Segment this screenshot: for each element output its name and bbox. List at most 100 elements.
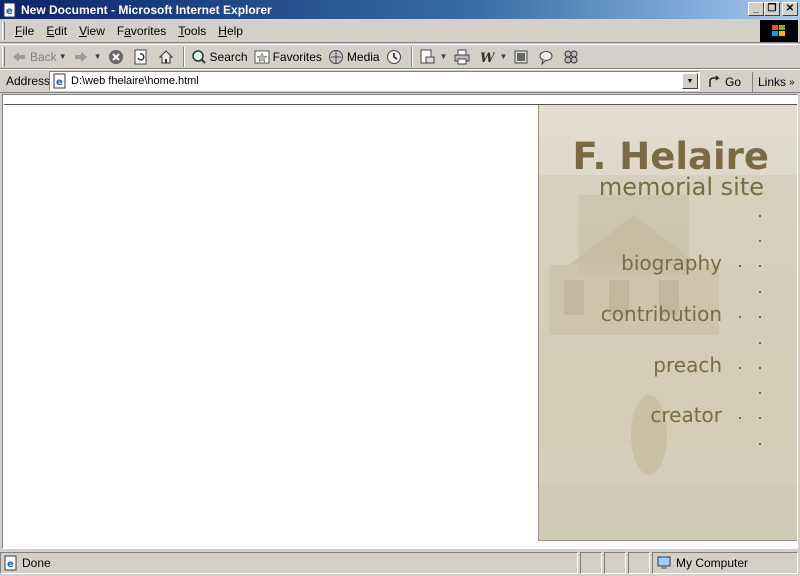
links-toolbar[interactable]: Links » [752,72,795,92]
forward-button[interactable]: ▼ [70,46,105,68]
svg-text:W: W [480,51,495,65]
go-label: Go [725,75,742,89]
nav-link-biography[interactable]: biography [621,251,722,275]
ie-page-icon: e [3,2,16,17]
menu-bar: File Edit View Favorites Tools Help [0,19,800,43]
windows-logo-icon [760,20,798,42]
chevron-right-icon[interactable]: » [789,77,795,88]
messenger-button[interactable] [535,46,560,68]
address-bar: Address e D:\web fhelaire\home.html ▼ Go… [0,69,800,93]
discuss-icon [514,50,528,63]
toolbar-separator [410,46,413,67]
memorial-panel: F. Helaire memorial site biography contr… [538,105,797,541]
menu-file[interactable]: File [9,24,40,38]
mail-button[interactable]: ▼ [416,46,451,68]
decor-dot [759,367,761,369]
decor-dot [759,417,761,419]
status-cell [604,552,626,574]
home-button[interactable] [155,46,180,68]
word-icon: W [480,51,495,65]
svg-text:e: e [7,559,14,570]
computer-icon [657,556,671,569]
home-icon [158,49,173,63]
decor-dot [739,367,741,369]
address-label: Address [6,74,51,88]
media-icon [328,49,343,64]
toolbar-separator [182,46,185,67]
standard-toolbar: Back ▼ ▼ Search Favorites Media ▼ W ▼ [0,44,800,69]
discuss-button[interactable] [510,46,535,68]
search-icon [191,49,206,64]
restore-button[interactable]: ❐ [764,2,780,16]
search-label: Search [209,49,248,64]
back-dropdown-icon[interactable]: ▼ [59,52,67,61]
status-cell [580,552,602,574]
menu-edit[interactable]: Edit [40,24,73,38]
edit-dropdown-icon[interactable]: ▼ [500,52,508,61]
decor-dot [759,215,761,217]
print-button[interactable] [451,46,476,68]
history-button[interactable] [383,46,408,68]
window-title: New Document - Microsoft Internet Explor… [21,2,272,17]
close-button[interactable]: ✕ [782,2,798,16]
decor-dot [759,265,761,267]
research-icon [564,50,578,63]
mail-icon [420,49,435,63]
edit-word-button[interactable]: W ▼ [476,46,511,68]
status-cell [628,552,650,574]
media-button[interactable]: Media [325,46,383,68]
menu-help[interactable]: Help [212,24,249,38]
page-done-icon: e [4,555,17,571]
search-button[interactable]: Search [188,46,251,68]
address-field[interactable]: e D:\web fhelaire\home.html ▼ [49,71,700,91]
media-label: Media [346,49,380,64]
refresh-button[interactable] [130,46,155,68]
status-text-panel: e Done [0,552,578,574]
nav-link-creator[interactable]: creator [650,403,722,427]
messenger-icon [539,50,553,65]
svg-text:e: e [6,6,13,17]
links-label: Links [758,75,787,89]
go-button[interactable]: Go [708,72,741,92]
forward-arrow-icon [74,51,87,62]
address-dropdown-icon[interactable]: ▼ [682,73,698,89]
decor-dot [759,392,761,394]
menu-favorites[interactable]: Favorites [111,24,172,38]
favorites-icon [254,50,270,63]
decor-dot [739,417,741,419]
security-zone-panel[interactable]: My Computer [652,552,798,574]
refresh-icon [134,49,147,64]
decor-dot [739,316,741,318]
address-url[interactable]: D:\web fhelaire\home.html [71,75,682,87]
svg-text:e: e [56,77,63,88]
site-title: F. Helaire [572,135,769,178]
page-viewport: F. Helaire memorial site biography contr… [2,94,798,549]
status-text: Done [22,556,51,570]
nav-link-contribution[interactable]: contribution [601,302,722,326]
zone-label: My Computer [676,556,749,570]
print-icon [454,49,470,64]
menu-grip [2,21,5,40]
research-button[interactable] [560,46,585,68]
page-icon: e [53,73,66,89]
menu-tools[interactable]: Tools [172,24,212,38]
mail-dropdown-icon[interactable]: ▼ [440,52,448,61]
decor-dot [759,443,761,445]
stop-button[interactable] [105,46,130,68]
decor-dot [759,240,761,242]
menu-view[interactable]: View [73,24,111,38]
stop-icon [108,49,123,64]
status-bar: e Done My Computer [0,552,800,576]
decor-dot [759,316,761,318]
decor-dot [759,342,761,344]
back-button[interactable]: Back ▼ [8,46,70,68]
favorites-button[interactable]: Favorites [251,46,325,68]
nav-link-preach[interactable]: preach [653,353,722,377]
forward-dropdown-icon[interactable]: ▼ [94,52,102,61]
favorites-label: Favorites [272,49,322,64]
decor-dot [759,291,761,293]
minimize-button[interactable]: _ [748,2,764,16]
go-arrow-icon [709,75,720,87]
back-arrow-icon [13,51,25,62]
history-icon [386,49,401,64]
